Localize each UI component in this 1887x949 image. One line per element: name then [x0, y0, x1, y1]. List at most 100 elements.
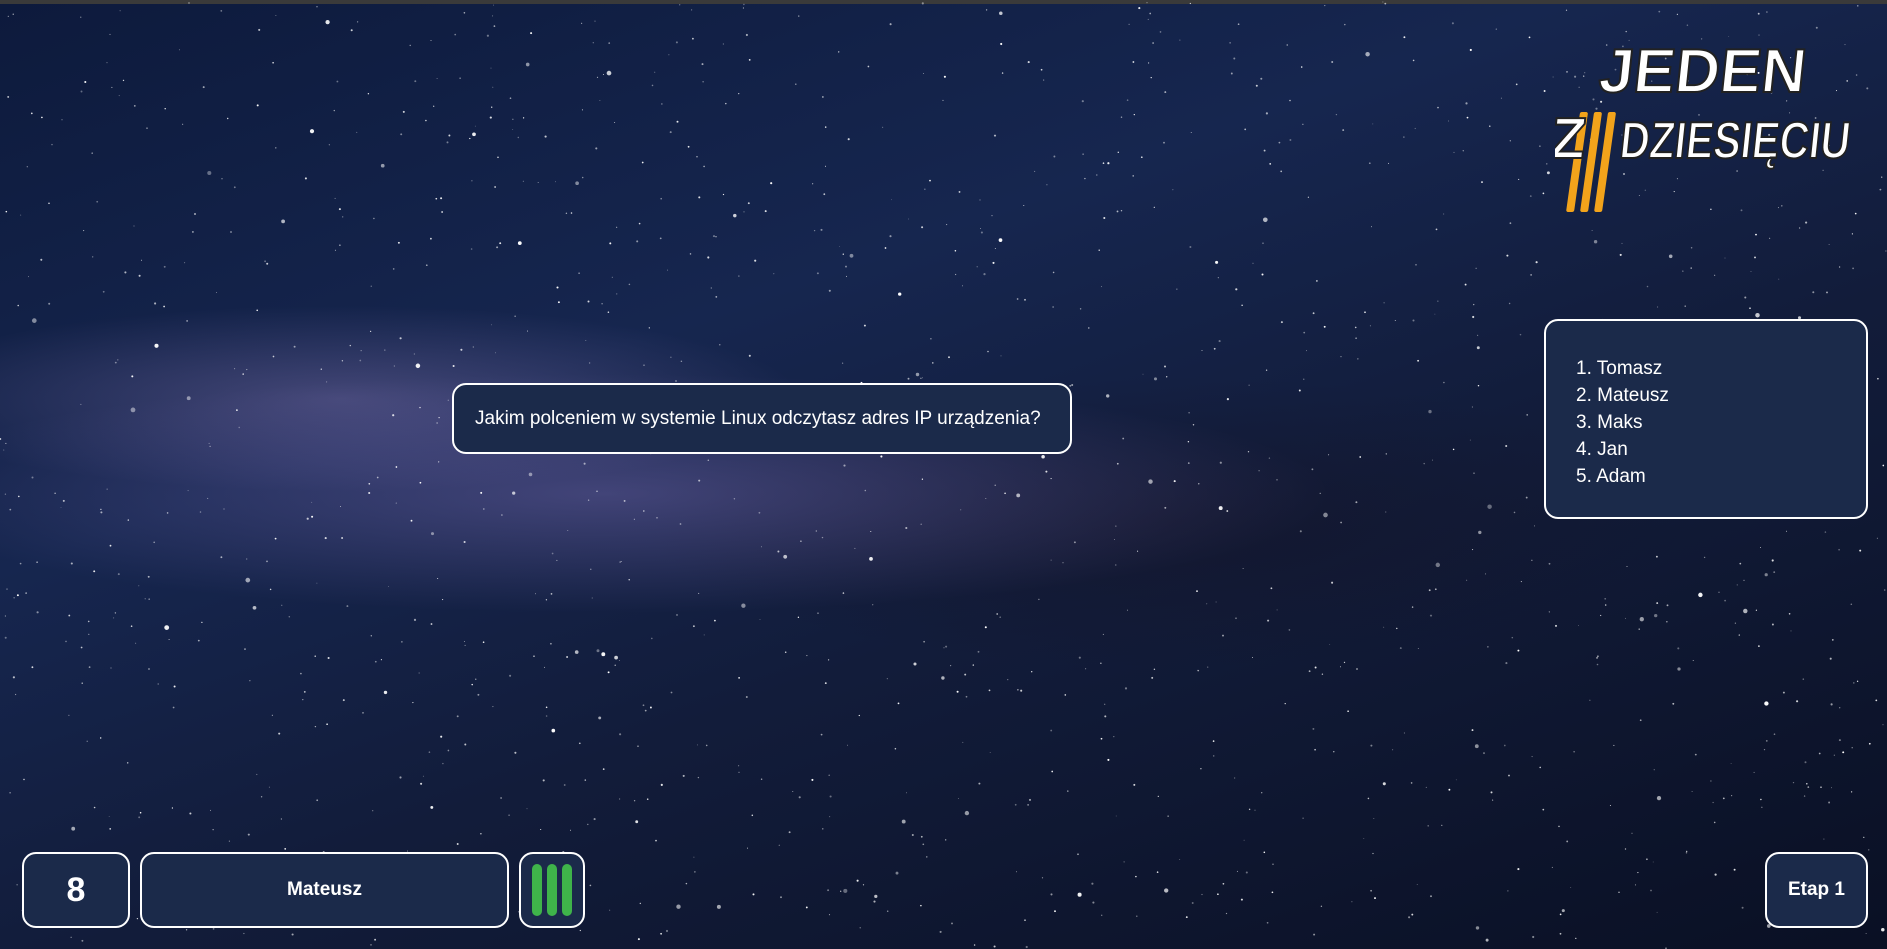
- star: [800, 540, 802, 543]
- star: [1153, 377, 1158, 381]
- star: [1242, 568, 1244, 570]
- star: [36, 611, 39, 614]
- star: [798, 15, 800, 17]
- star: [979, 199, 981, 201]
- star: [1666, 621, 1668, 623]
- ranking-item: 2. Mateusz: [1576, 385, 1669, 406]
- star: [1077, 892, 1082, 897]
- star: [544, 135, 547, 138]
- star: [81, 939, 84, 942]
- star: [1743, 579, 1745, 582]
- star: [1303, 331, 1306, 334]
- star: [951, 922, 953, 925]
- star: [960, 509, 962, 511]
- star: [1335, 113, 1338, 116]
- star: [921, 2, 924, 5]
- star: [1260, 77, 1263, 80]
- star: [847, 138, 850, 141]
- star: [743, 3, 745, 6]
- star: [609, 242, 612, 245]
- star: [594, 20, 596, 22]
- star: [784, 651, 787, 654]
- star: [1371, 226, 1372, 228]
- star: [773, 273, 775, 275]
- star: [7, 15, 9, 17]
- star: [1302, 123, 1304, 125]
- star: [714, 619, 716, 622]
- star: [1882, 464, 1885, 467]
- star: [1621, 242, 1623, 244]
- star: [1875, 699, 1878, 702]
- star: [1355, 501, 1358, 504]
- star: [1656, 795, 1662, 801]
- ranking-item: 1. Tomasz: [1576, 358, 1663, 379]
- star: [522, 180, 524, 182]
- star: [1272, 863, 1274, 865]
- star: [93, 570, 96, 573]
- star: [948, 356, 950, 359]
- star: [692, 37, 694, 40]
- star: [1435, 228, 1438, 231]
- star: [897, 702, 900, 705]
- star: [886, 678, 888, 680]
- star: [778, 844, 780, 846]
- star: [1146, 2, 1148, 4]
- star: [1176, 288, 1178, 290]
- star: [5, 442, 7, 444]
- star: [1741, 906, 1744, 909]
- star: [1593, 240, 1598, 244]
- star: [1201, 893, 1203, 896]
- stage-label: Etap 1: [1787, 879, 1846, 900]
- star: [1372, 123, 1374, 125]
- star: [1215, 260, 1219, 264]
- star: [1269, 163, 1272, 165]
- star: [1024, 298, 1026, 301]
- star: [911, 833, 914, 837]
- star: [611, 276, 613, 278]
- star: [1690, 267, 1692, 269]
- star: [1104, 715, 1107, 718]
- star: [1455, 779, 1457, 781]
- star: [859, 927, 861, 929]
- star: [173, 685, 176, 688]
- star: [873, 900, 876, 903]
- star: [676, 614, 678, 616]
- star: [1054, 910, 1056, 913]
- star: [607, 311, 610, 313]
- star: [921, 377, 923, 379]
- star: [1506, 254, 1509, 257]
- star: [530, 32, 533, 35]
- star: [1668, 254, 1673, 259]
- star: [1314, 666, 1317, 669]
- star: [1064, 694, 1067, 696]
- star: [1041, 877, 1044, 879]
- star: [588, 362, 591, 364]
- star: [306, 517, 309, 520]
- star: [1355, 337, 1357, 340]
- star: [333, 109, 335, 112]
- star: [291, 933, 294, 936]
- star: [1200, 767, 1202, 770]
- star: [780, 896, 782, 899]
- star: [1323, 325, 1326, 328]
- star: [1096, 174, 1098, 176]
- star: [316, 799, 319, 802]
- star: [578, 272, 580, 275]
- star: [130, 407, 136, 413]
- star: [1179, 39, 1181, 41]
- star: [71, 826, 76, 831]
- star: [1761, 806, 1763, 808]
- star: [1123, 861, 1125, 863]
- star: [13, 597, 15, 599]
- star: [1153, 206, 1155, 208]
- star: [368, 491, 371, 495]
- star: [1192, 424, 1195, 426]
- star: [596, 76, 599, 79]
- star: [1340, 521, 1342, 524]
- star: [1248, 384, 1250, 386]
- star: [340, 506, 341, 507]
- star: [494, 186, 496, 188]
- star: [1465, 102, 1468, 105]
- star: [436, 77, 438, 80]
- star: [984, 626, 987, 629]
